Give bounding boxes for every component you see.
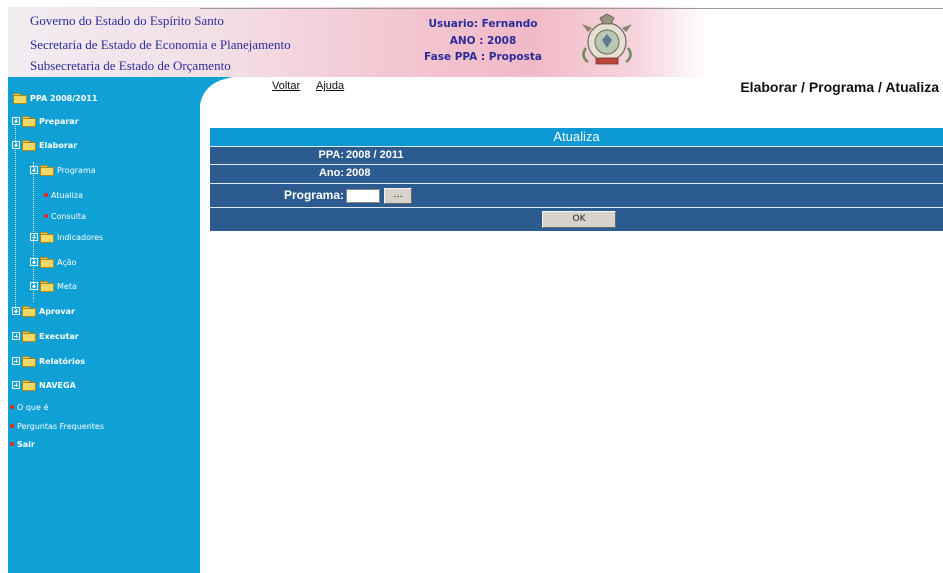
folder-icon xyxy=(22,116,36,127)
row-divider xyxy=(210,207,943,208)
expand-plus-icon xyxy=(12,141,20,149)
sidebar-item-atualiza[interactable]: Atualiza xyxy=(44,184,83,206)
usuario-label: Usuario: Fernando xyxy=(428,18,538,30)
sidebar-item-label: Ação xyxy=(57,257,77,267)
row-divider xyxy=(210,164,943,165)
org-line-secretaria: Secretaria de Estado de Economia e Plane… xyxy=(30,37,291,52)
fase-label: Fase PPA : Proposta xyxy=(424,51,542,63)
sidebar-item-relatorios[interactable]: Relatórios xyxy=(12,350,85,372)
sidebar-item-label: Meta xyxy=(57,281,77,291)
expand-plus-icon xyxy=(12,117,20,125)
folder-open-icon xyxy=(13,93,27,104)
row-divider xyxy=(210,183,943,184)
ano-label: ANO : 2008 xyxy=(449,35,517,47)
folder-icon xyxy=(40,232,54,243)
ppa-label: PPA: xyxy=(318,149,344,161)
breadcrumb: Elaborar / Programa / Atualiza xyxy=(740,79,939,95)
expand-plus-icon xyxy=(12,381,20,389)
folder-icon xyxy=(40,257,54,268)
sidebar-item-meta[interactable]: Meta xyxy=(30,275,77,297)
expand-plus-icon xyxy=(12,307,20,315)
sidebar-item-indicadores[interactable]: Indicadores xyxy=(30,226,103,248)
sidebar-item-label: Programa xyxy=(57,165,96,175)
ajuda-link[interactable]: Ajuda xyxy=(316,80,344,92)
sidebar-item-label: Consulta xyxy=(51,211,87,221)
sidebar-item-label: O que é xyxy=(17,402,49,412)
sidebar-item-label: Relatórios xyxy=(39,356,85,366)
form-title: Atualiza xyxy=(210,128,943,146)
sidebar-item-sair[interactable]: Sair xyxy=(10,433,35,455)
folder-icon xyxy=(22,306,36,317)
sidebar-item-aprovar[interactable]: Aprovar xyxy=(12,300,75,322)
ano-value: 2008 xyxy=(346,167,371,179)
sidebar-root-ppa[interactable]: PPA 2008/2011 xyxy=(13,87,97,109)
sidebar-item-label: Sair xyxy=(17,439,35,449)
ok-button[interactable]: OK xyxy=(542,211,616,228)
sidebar-item-programa[interactable]: Programa xyxy=(30,159,96,181)
programa-lookup-button[interactable]: ... xyxy=(384,188,412,204)
bullet-icon xyxy=(10,442,14,446)
sidebar-item-label: Atualiza xyxy=(51,190,83,200)
folder-icon xyxy=(22,331,36,342)
bullet-icon xyxy=(10,405,14,409)
sidebar-item-label: NAVEGA xyxy=(39,380,76,390)
folder-icon xyxy=(22,380,36,391)
sidebar-item-label: PPA 2008/2011 xyxy=(30,93,98,103)
header-rule xyxy=(200,8,943,9)
sidebar-item-label: Elaborar xyxy=(39,140,78,150)
sidebar-item-preparar[interactable]: Preparar xyxy=(12,110,79,132)
expand-plus-icon xyxy=(12,332,20,340)
programa-input[interactable] xyxy=(346,189,380,203)
sidebar-item-acao[interactable]: Ação xyxy=(30,251,77,273)
expand-plus-icon xyxy=(30,166,38,174)
expand-plus-icon xyxy=(12,357,20,365)
sidebar-item-label: Preparar xyxy=(39,116,79,126)
expand-plus-icon xyxy=(30,233,38,241)
sidebar-item-label: Perguntas Frequentes xyxy=(17,421,104,431)
sidebar-item-label: Indicadores xyxy=(57,232,104,242)
sidebar-item-navega[interactable]: NAVEGA xyxy=(12,374,76,396)
folder-icon xyxy=(40,281,54,292)
ppa-value: 2008 / 2011 xyxy=(346,149,404,161)
expand-plus-icon xyxy=(30,282,38,290)
header: Governo do Estado do Espírito Santo Secr… xyxy=(0,0,943,77)
voltar-link[interactable]: Voltar xyxy=(272,80,300,92)
org-line-subsecretaria: Subsecretaria de Estado de Orçamento xyxy=(30,58,231,73)
folder-icon xyxy=(22,356,36,367)
sidebar-item-label: Executar xyxy=(39,331,79,341)
row-divider xyxy=(210,146,943,147)
sidebar: PPA 2008/2011 Preparar Elaborar Programa… xyxy=(8,77,200,573)
sidebar-corner-curve xyxy=(194,77,234,105)
state-crest-icon xyxy=(582,13,632,65)
sidebar-item-label: Aprovar xyxy=(39,306,75,316)
folder-open-icon xyxy=(40,165,54,176)
sidebar-item-executar[interactable]: Executar xyxy=(12,325,79,347)
programa-label: Programa: xyxy=(283,188,344,202)
bullet-icon xyxy=(44,193,48,197)
sidebar-item-consulta[interactable]: Consulta xyxy=(44,205,86,227)
org-line-governo: Governo do Estado do Espírito Santo xyxy=(30,13,224,28)
ano-label: Ano: xyxy=(318,167,344,179)
folder-open-icon xyxy=(22,140,36,151)
bullet-icon xyxy=(10,424,14,428)
expand-plus-icon xyxy=(30,258,38,266)
atualiza-form: Atualiza PPA: 2008 / 2011 Ano: 2008 Prog… xyxy=(210,128,943,231)
bullet-icon xyxy=(44,214,48,218)
sidebar-item-elaborar[interactable]: Elaborar xyxy=(12,134,77,156)
